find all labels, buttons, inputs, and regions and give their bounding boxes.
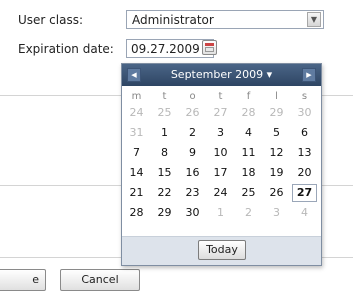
weekday-label: l xyxy=(275,91,278,102)
day-cell[interactable]: 2 xyxy=(180,124,205,142)
calendar-icon[interactable] xyxy=(202,40,217,55)
weekday-label: f xyxy=(246,91,251,102)
day-cell[interactable]: 29 xyxy=(264,104,289,122)
weekday-header-row: mtotfls xyxy=(122,90,321,104)
day-cell[interactable]: 28 xyxy=(236,104,261,122)
day-cell[interactable]: 24 xyxy=(208,184,233,202)
day-cell[interactable]: 4 xyxy=(292,204,317,222)
day-cell[interactable]: 14 xyxy=(124,164,149,182)
day-cell[interactable]: 1 xyxy=(208,204,233,222)
day-cell[interactable]: 25 xyxy=(236,184,261,202)
day-cell[interactable]: 24 xyxy=(124,104,149,122)
ok-button-label: e xyxy=(32,273,39,286)
day-cell[interactable]: 23 xyxy=(180,184,205,202)
date-picker-popup: ◀ September 2009 ▾ ▶ mtotfls 24 25 26 27 28 2… xyxy=(121,63,322,266)
day-cell[interactable]: 27 xyxy=(292,184,317,202)
day-cell[interactable]: 8 xyxy=(152,144,177,162)
day-cell[interactable]: 4 xyxy=(236,124,261,142)
month-year-selector[interactable]: September 2009 ▾ xyxy=(122,68,321,81)
day-cell[interactable]: 15 xyxy=(152,164,177,182)
day-cell[interactable]: 13 xyxy=(292,144,317,162)
next-month-button[interactable]: ▶ xyxy=(302,68,316,82)
weekday-label: o xyxy=(189,91,196,102)
chevron-down-icon: ▾ xyxy=(266,68,273,81)
day-cell[interactable]: 25 xyxy=(152,104,177,122)
user-class-label: User class: xyxy=(18,13,83,27)
day-cell[interactable]: 3 xyxy=(208,124,233,142)
day-cell[interactable]: 5 xyxy=(264,124,289,142)
day-cell[interactable]: 21 xyxy=(124,184,149,202)
day-cell[interactable]: 26 xyxy=(264,184,289,202)
expiration-date-label: Expiration date: xyxy=(18,42,114,56)
cancel-button[interactable]: Cancel xyxy=(60,269,140,291)
day-cell[interactable]: 27 xyxy=(208,104,233,122)
day-cell[interactable]: 19 xyxy=(264,164,289,182)
user-class-select[interactable]: Administrator ▼ xyxy=(126,10,324,29)
expiration-date-input[interactable]: 09.27.2009 xyxy=(126,39,214,58)
day-cell[interactable]: 17 xyxy=(208,164,233,182)
day-cell[interactable]: 29 xyxy=(152,204,177,222)
month-year-label: September 2009 xyxy=(170,68,264,81)
day-cell[interactable]: 30 xyxy=(180,204,205,222)
today-button[interactable]: Today xyxy=(198,240,246,260)
day-cell[interactable]: 31 xyxy=(124,124,149,142)
date-picker-footer: Today xyxy=(122,236,321,265)
weekday-label: t xyxy=(162,91,167,102)
expiration-date-value: 09.27.2009 xyxy=(131,42,200,56)
date-picker-header: ◀ September 2009 ▾ ▶ xyxy=(122,64,321,86)
chevron-right-icon: ▶ xyxy=(306,71,312,79)
day-cell[interactable]: 2 xyxy=(236,204,261,222)
weekday-label: t xyxy=(218,91,223,102)
day-cell[interactable]: 22 xyxy=(152,184,177,202)
ok-button[interactable]: e xyxy=(0,269,46,291)
weekday-label: s xyxy=(301,91,308,102)
day-cell[interactable]: 10 xyxy=(208,144,233,162)
day-cell[interactable]: 3 xyxy=(264,204,289,222)
day-cell[interactable]: 16 xyxy=(180,164,205,182)
day-cell[interactable]: 6 xyxy=(292,124,317,142)
day-cell[interactable]: 7 xyxy=(124,144,149,162)
day-cell[interactable]: 11 xyxy=(236,144,261,162)
today-button-label: Today xyxy=(206,243,238,256)
day-cell[interactable]: 30 xyxy=(292,104,317,122)
weekday-label: m xyxy=(131,91,142,102)
cancel-button-label: Cancel xyxy=(81,273,119,286)
day-cell[interactable]: 9 xyxy=(180,144,205,162)
day-cell[interactable]: 18 xyxy=(236,164,261,182)
day-cell[interactable]: 20 xyxy=(292,164,317,182)
day-cell[interactable]: 26 xyxy=(180,104,205,122)
user-class-value: Administrator xyxy=(132,13,214,27)
day-cell[interactable]: 12 xyxy=(264,144,289,162)
day-cell[interactable]: 28 xyxy=(124,204,149,222)
day-cell[interactable]: 1 xyxy=(152,124,177,142)
chevron-down-icon[interactable]: ▼ xyxy=(307,12,321,27)
